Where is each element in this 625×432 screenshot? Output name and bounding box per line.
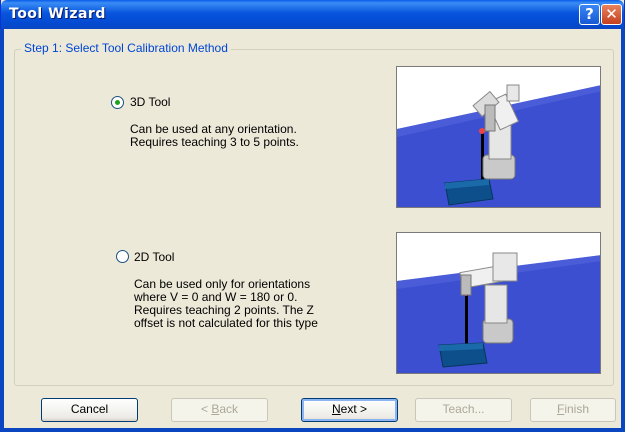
- next-mnemonic: N: [331, 402, 341, 416]
- next-button[interactable]: Next >: [301, 398, 398, 422]
- teach-button[interactable]: Teach...: [415, 398, 512, 422]
- image-3d-tool-robot: [396, 66, 601, 208]
- window-border-left: [0, 29, 4, 432]
- back-prefix: <: [200, 402, 212, 416]
- window-title: Tool Wizard: [9, 6, 106, 22]
- radio-2d-tool[interactable]: [116, 250, 129, 263]
- label-2d-tool[interactable]: 2D Tool: [134, 250, 174, 264]
- description-2d-tool: Can be used only for orientations where …: [134, 278, 318, 330]
- cancel-button[interactable]: Cancel: [41, 398, 138, 422]
- description-3d-tool: Can be used at any orientation. Requires…: [130, 123, 299, 149]
- label-3d-tool[interactable]: 3D Tool: [130, 95, 170, 109]
- image-2d-tool-robot: [396, 232, 601, 374]
- next-rest: ext: [340, 402, 357, 416]
- finish-button[interactable]: Finish: [530, 398, 616, 422]
- window-border-bottom: [1, 428, 624, 432]
- back-button[interactable]: < Back: [171, 398, 268, 422]
- description-line: Requires teaching 3 to 5 points.: [130, 135, 299, 149]
- tool-wizard-dialog: Tool Wizard ? ✕ Step 1: Select Tool Cali…: [0, 0, 625, 432]
- window-border-right: [621, 29, 625, 432]
- radio-3d-tool[interactable]: [111, 96, 124, 109]
- group-legend: Step 1: Select Tool Calibration Method: [21, 41, 231, 55]
- radio-selected-dot: [115, 100, 120, 105]
- back-rest: ack: [219, 402, 239, 416]
- description-line: offset is not calculated for this type: [134, 316, 318, 330]
- title-bar[interactable]: Tool Wizard ? ✕: [1, 0, 624, 29]
- help-button[interactable]: ?: [579, 4, 600, 25]
- next-suffix: >: [356, 402, 368, 416]
- close-icon: ✕: [605, 5, 618, 23]
- finish-rest: inish: [564, 402, 590, 416]
- close-button[interactable]: ✕: [601, 4, 622, 25]
- help-icon: ?: [585, 5, 594, 23]
